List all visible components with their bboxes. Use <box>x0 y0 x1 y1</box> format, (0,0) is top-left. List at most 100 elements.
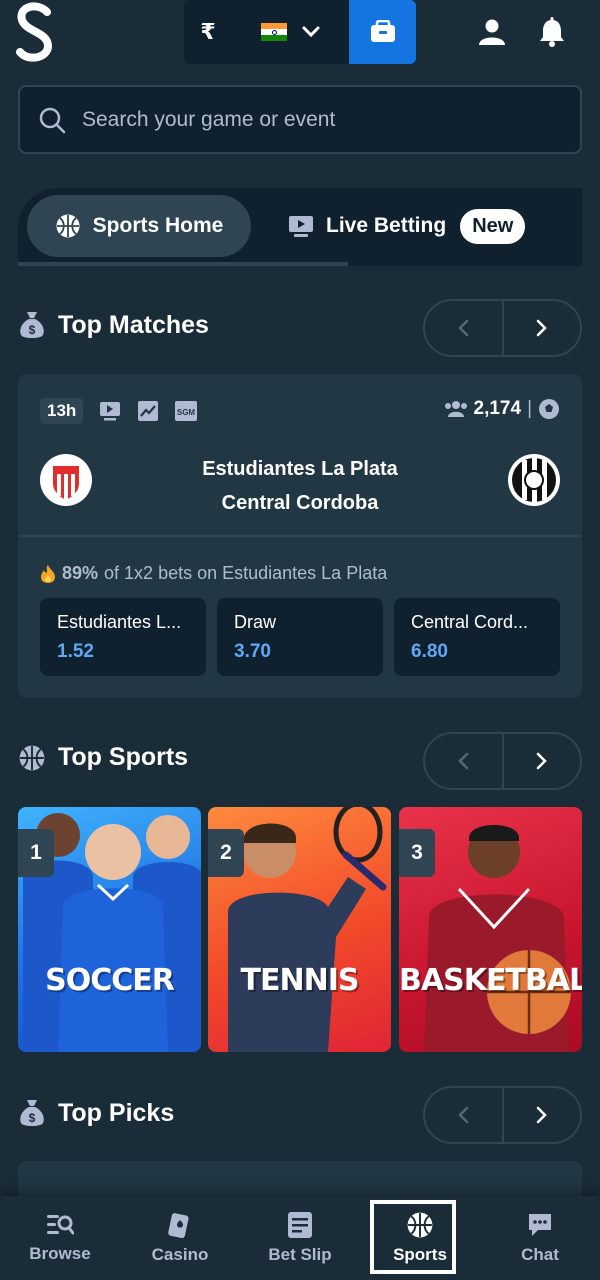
new-badge: New <box>460 208 526 244</box>
chevron-right-icon <box>536 752 547 770</box>
nav-browse-label: Browse <box>29 1244 91 1263</box>
odds-button-draw[interactable]: Draw 3.70 <box>217 598 383 676</box>
users-icon <box>444 401 467 417</box>
nav-casino[interactable]: Casino <box>120 1196 240 1280</box>
browse-icon <box>47 1215 74 1235</box>
chevron-left-icon <box>458 1106 469 1124</box>
top-picks-heading: $ Top Picks <box>18 1098 174 1128</box>
top-matches-next-button[interactable] <box>504 301 581 355</box>
match-teams: Estudiantes La Plata Central Cordoba <box>18 452 582 520</box>
wallet-balance-group: ₹ <box>184 0 416 64</box>
sgm-icon[interactable]: SGM <box>175 401 198 421</box>
nav-sports-label: Sports <box>393 1245 447 1264</box>
stake-logo-icon[interactable] <box>14 2 56 64</box>
user-icon <box>479 19 505 45</box>
chevron-right-icon <box>536 1106 547 1124</box>
bet-stat-percent: 89% <box>62 563 99 583</box>
country-select[interactable] <box>232 0 348 64</box>
chevron-left-icon <box>458 319 469 337</box>
match-card[interactable]: 13h SGM 2,174 | Estudiantes La Plata Cen… <box>18 374 582 698</box>
home-team-name: Estudiantes La Plata <box>202 458 398 480</box>
top-matches-pager <box>423 299 582 357</box>
bell-icon <box>540 17 564 47</box>
svg-text:SGM: SGM <box>177 408 196 417</box>
wallet-button[interactable] <box>349 0 416 64</box>
top-picks-card-peek[interactable] <box>18 1161 582 1201</box>
odds-price: 1.52 <box>57 641 94 662</box>
search-bar[interactable] <box>18 85 582 154</box>
match-watchers: 2,174 | <box>444 398 560 420</box>
nav-sports[interactable]: Sports <box>360 1196 480 1280</box>
odds-price: 3.70 <box>234 641 271 662</box>
sports-tabs: Sports Home Live Betting New <box>18 188 582 266</box>
top-sports-prev-button[interactable] <box>425 734 504 788</box>
tab-live-betting[interactable]: Live Betting New <box>288 195 526 257</box>
top-matches-heading: $ Top Matches <box>18 310 209 340</box>
odds-label: Central Cord... <box>411 612 529 632</box>
bottom-navigation: Browse Casino Bet Slip Sports Chat <box>0 1196 600 1280</box>
nav-chat-label: Chat <box>521 1245 559 1264</box>
separator: | <box>527 398 532 419</box>
sport-tile-label: BASKETBALL <box>399 963 582 998</box>
top-picks-prev-button[interactable] <box>425 1088 504 1142</box>
tab-sports-home-label: Sports Home <box>92 214 224 237</box>
sport-rank-badge: 1 <box>18 829 54 877</box>
casino-cards-icon <box>168 1213 189 1239</box>
top-sports-next-button[interactable] <box>504 734 581 788</box>
sport-tile-soccer[interactable]: 1 SOCCER <box>18 807 201 1052</box>
fire-icon <box>41 564 55 583</box>
odds-label: Draw <box>234 612 277 632</box>
top-header: ₹ <box>0 0 600 72</box>
chat-icon <box>529 1214 551 1236</box>
money-bag-icon: $ <box>20 1100 44 1126</box>
nav-casino-label: Casino <box>151 1245 209 1264</box>
match-time-badge: 13h <box>40 398 84 424</box>
tab-sports-home[interactable]: Sports Home <box>27 195 251 257</box>
top-sports-pager <box>423 732 582 790</box>
sport-rank-badge: 2 <box>208 829 244 877</box>
stats-chart-icon[interactable] <box>137 401 159 421</box>
chevron-left-icon <box>458 752 469 770</box>
notifications-button[interactable] <box>532 12 572 52</box>
currency-symbol[interactable]: ₹ <box>184 0 232 64</box>
user-button[interactable] <box>472 12 512 52</box>
bet-stat: 89% of 1x2 bets on Estudiantes La Plata <box>40 563 387 584</box>
top-sports-title: Top Sports <box>58 743 189 771</box>
search-input[interactable] <box>82 107 542 132</box>
odds-price: 6.80 <box>411 641 448 662</box>
nav-chat[interactable]: Chat <box>480 1196 600 1280</box>
tab-scroll-indicator <box>18 262 348 266</box>
sport-tile-label: SOCCER <box>45 963 175 998</box>
card-divider <box>18 535 582 537</box>
nav-bet-slip-label: Bet Slip <box>268 1245 332 1264</box>
india-flag-icon <box>260 22 288 42</box>
basketball-icon <box>19 745 45 770</box>
odds-button-away[interactable]: Central Cord... 6.80 <box>394 598 560 676</box>
basketball-icon <box>56 214 80 238</box>
top-matches-title: Top Matches <box>58 310 209 339</box>
top-picks-title: Top Picks <box>58 1098 175 1127</box>
bet-stat-text: of 1x2 bets on Estudiantes La Plata <box>104 563 388 583</box>
watchers-count: 2,174 <box>473 398 522 419</box>
sport-tile-tennis[interactable]: 2 TENNIS <box>208 807 391 1052</box>
nav-bet-slip[interactable]: Bet Slip <box>240 1196 360 1280</box>
sport-rank-badge: 3 <box>399 829 435 877</box>
top-picks-next-button[interactable] <box>504 1088 581 1142</box>
sport-tile-basketball[interactable]: 3 BASKETBALL <box>399 807 582 1052</box>
basketball-icon <box>407 1212 433 1238</box>
match-meta: 13h SGM <box>40 398 198 424</box>
chevron-down-icon <box>302 26 320 38</box>
chevron-right-icon <box>536 319 547 337</box>
odds-label: Estudiantes L... <box>57 612 182 632</box>
top-sports-heading: Top Sports <box>18 743 188 772</box>
svg-text:$: $ <box>29 323 36 337</box>
sport-tile-label: TENNIS <box>240 963 360 998</box>
live-tv-icon <box>289 216 313 237</box>
top-matches-prev-button[interactable] <box>425 301 504 355</box>
live-stream-icon[interactable] <box>99 401 121 421</box>
bet-slip-icon <box>288 1212 312 1238</box>
soccer-ball-icon <box>539 399 559 419</box>
nav-browse[interactable]: Browse <box>0 1196 120 1280</box>
svg-text:$: $ <box>29 1111 36 1125</box>
odds-button-home[interactable]: Estudiantes L... 1.52 <box>40 598 206 676</box>
